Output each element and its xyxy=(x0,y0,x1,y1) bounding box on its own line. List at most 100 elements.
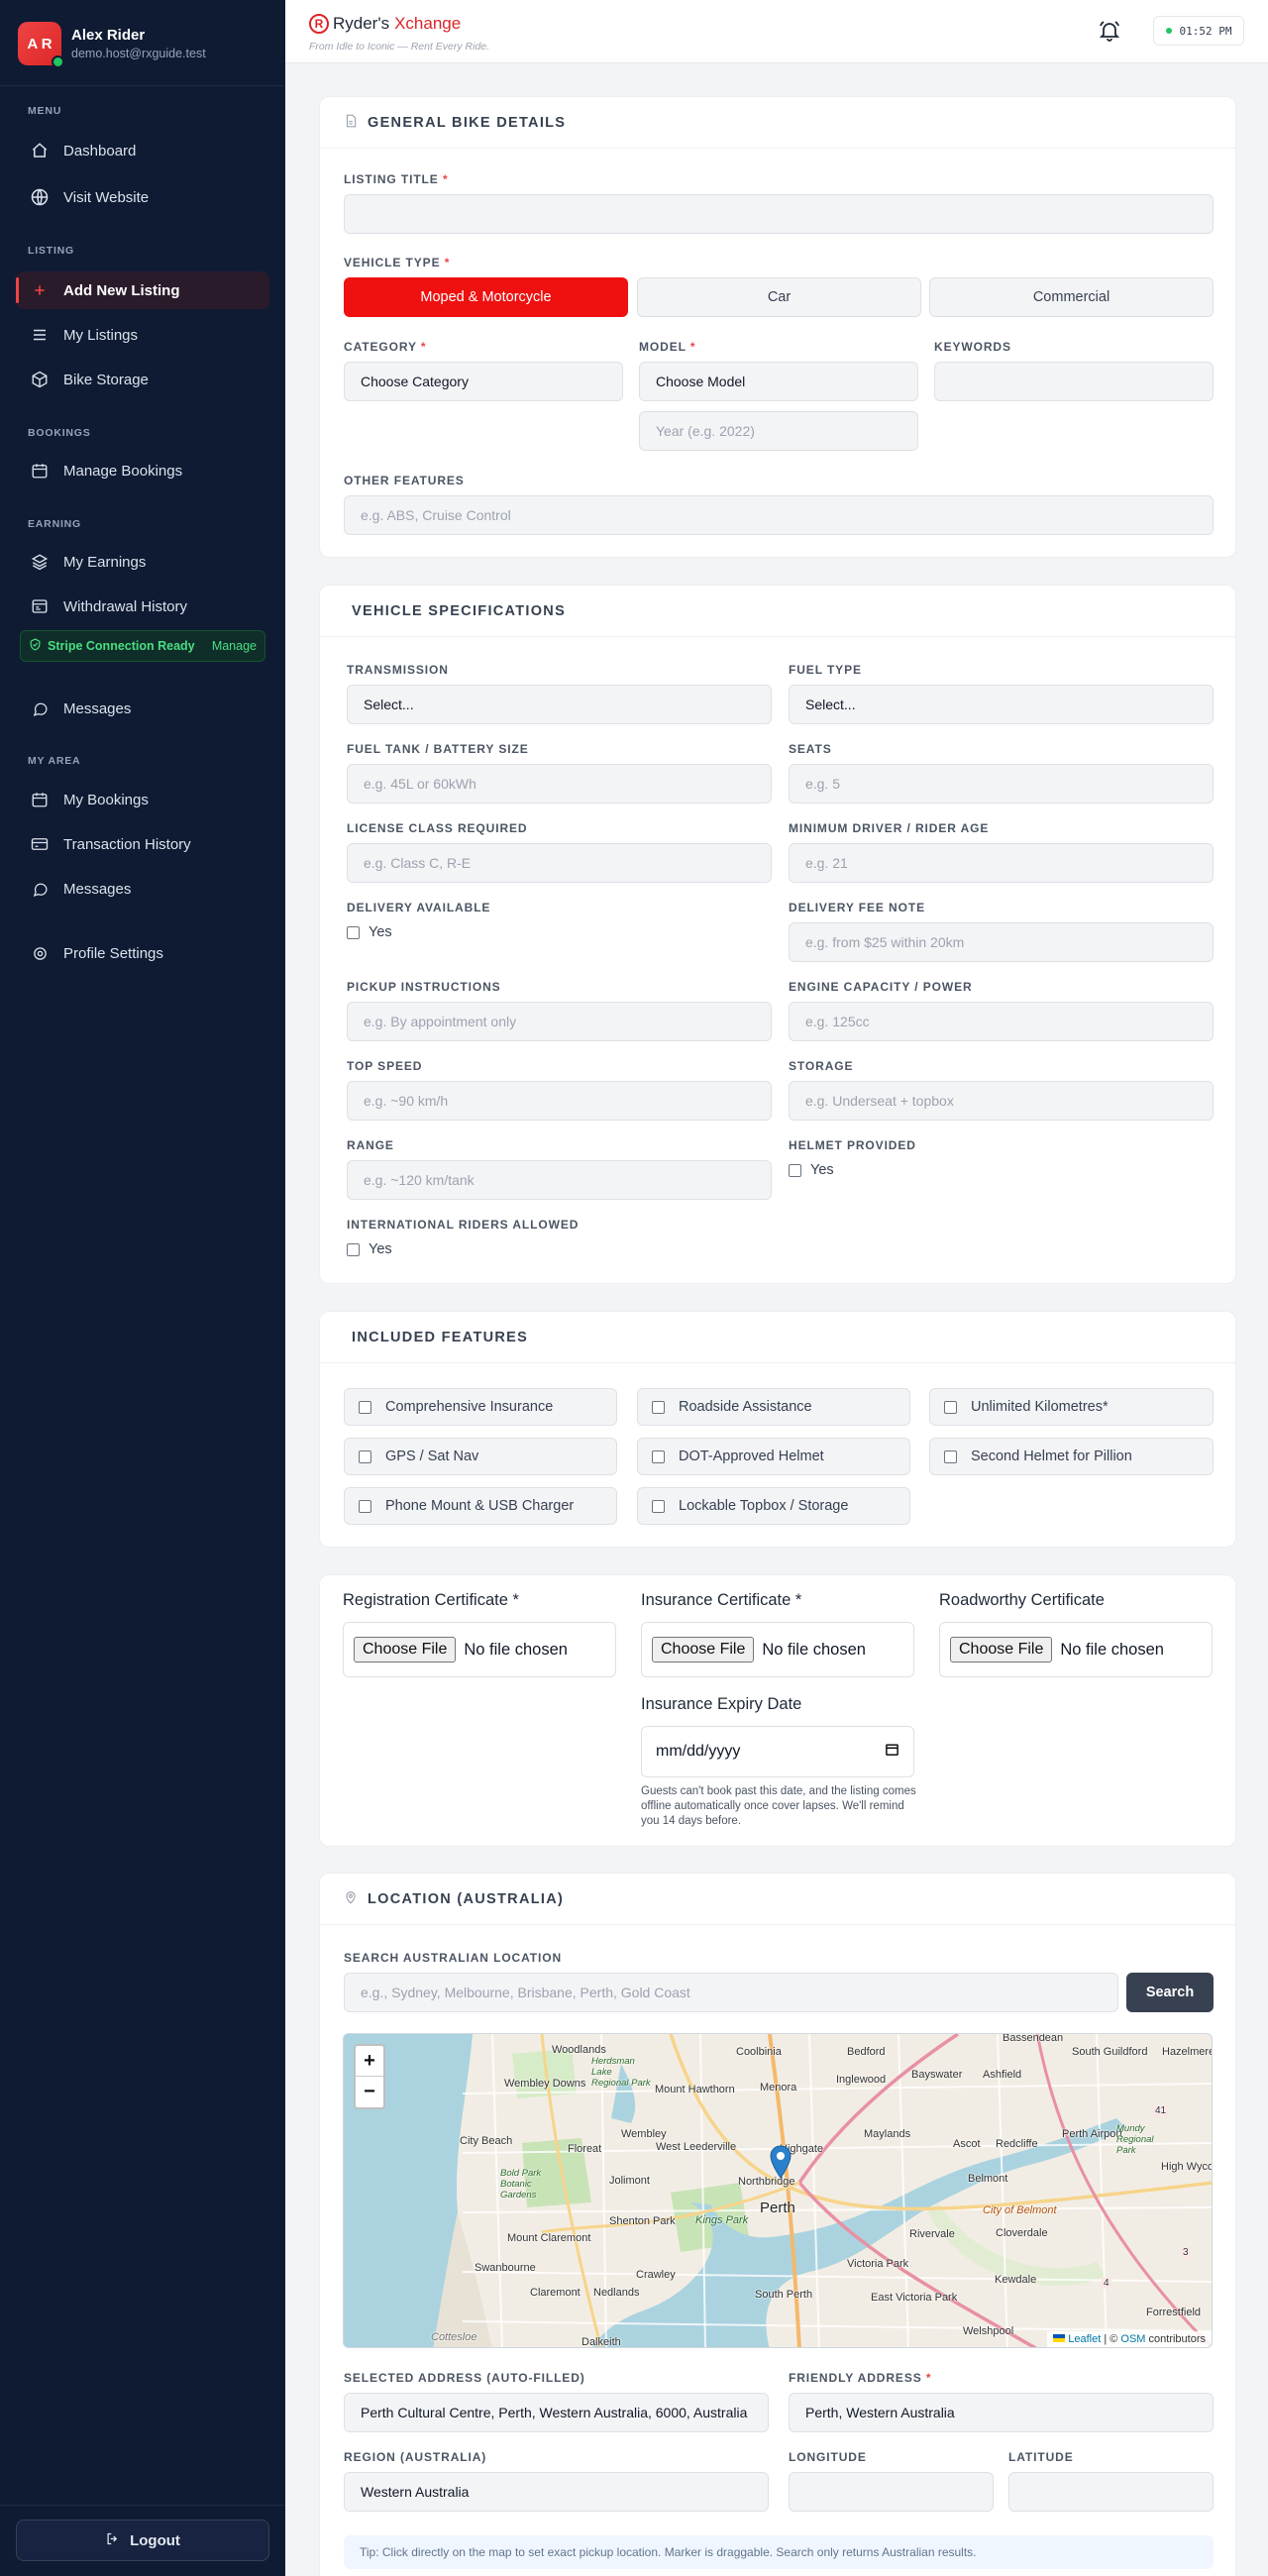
zoom-out-button[interactable]: − xyxy=(356,2077,383,2107)
location-search-input[interactable]: e.g., Sydney, Melbourne, Brisbane, Perth… xyxy=(344,1973,1118,2012)
seats-input[interactable]: e.g. 5 xyxy=(789,764,1214,804)
selected-address-input[interactable]: Perth Cultural Centre, Perth, Western Au… xyxy=(344,2393,769,2432)
map-place-label: Forrestfield xyxy=(1146,2307,1202,2318)
other-features-input[interactable]: e.g. ABS, Cruise Control xyxy=(344,495,1214,535)
feature-gps[interactable]: GPS / Sat Nav xyxy=(344,1438,617,1475)
sidebar-item-my-bookings[interactable]: My Bookings xyxy=(16,781,269,818)
delivery-label: DELIVERY AVAILABLE xyxy=(347,901,491,914)
latitude-input[interactable] xyxy=(1008,2472,1214,2512)
license-input[interactable]: e.g. Class C, R-E xyxy=(347,843,772,883)
section-menu: MENU xyxy=(28,105,62,117)
sidebar-item-messages[interactable]: Messages xyxy=(16,690,269,727)
sidebar-item-transaction-history[interactable]: Transaction History xyxy=(16,825,269,863)
sidebar-item-label: My Earnings xyxy=(63,553,147,571)
map-place-label: Menora xyxy=(760,2082,797,2093)
osm-link[interactable]: OSM xyxy=(1120,2333,1145,2345)
expiry-date-input[interactable]: mm/dd/yyyy xyxy=(641,1726,914,1777)
sidebar-item-my-listings[interactable]: My Listings xyxy=(16,316,269,354)
sidebar-item-profile-settings[interactable]: Profile Settings xyxy=(16,934,269,972)
brand-tagline: From Idle to Iconic — Rent Every Ride. xyxy=(309,41,490,53)
feature-roadside-assistance[interactable]: Roadside Assistance xyxy=(637,1388,910,1426)
card-header: GENERAL BIKE DETAILS xyxy=(320,97,1235,149)
stripe-manage-link[interactable]: Manage xyxy=(212,639,257,653)
user-name: Alex Rider xyxy=(71,27,146,44)
pickup-input[interactable]: e.g. By appointment only xyxy=(347,1002,772,1041)
leaflet-link[interactable]: Leaflet xyxy=(1068,2333,1101,2345)
feature-second-helmet[interactable]: Second Helmet for Pillion xyxy=(929,1438,1214,1475)
notification-bell-icon[interactable] xyxy=(1098,19,1121,43)
fuel-type-select[interactable]: Select... xyxy=(789,685,1214,724)
feature-dot-helmet[interactable]: DOT-Approved Helmet xyxy=(637,1438,910,1475)
roadworthy-label: Roadworthy Certificate xyxy=(939,1591,1105,1609)
delivery-checkbox[interactable]: Yes xyxy=(347,924,392,940)
sidebar-item-messages-my-area[interactable]: Messages xyxy=(16,870,269,908)
model-select[interactable]: Choose Model xyxy=(639,362,918,401)
top-speed-input[interactable]: e.g. ~90 km/h xyxy=(347,1081,772,1121)
transmission-select[interactable]: Select... xyxy=(347,685,772,724)
sidebar-item-my-earnings[interactable]: My Earnings xyxy=(16,543,269,581)
map-place-label: Claremont xyxy=(530,2287,581,2299)
vehicle-specs-card: VEHICLE SPECIFICATIONS TRANSMISSION Sele… xyxy=(319,585,1236,1284)
zoom-in-button[interactable]: + xyxy=(356,2046,383,2077)
map-tip: Tip: Click directly on the map to set ex… xyxy=(344,2535,1214,2569)
tank-input[interactable]: e.g. 45L or 60kWh xyxy=(347,764,772,804)
sidebar-item-label: My Bookings xyxy=(63,791,149,808)
friendly-address-input[interactable]: Perth, Western Australia xyxy=(789,2393,1214,2432)
engine-input[interactable]: e.g. 125cc xyxy=(789,1002,1214,1041)
section-bookings: BOOKINGS xyxy=(28,427,91,439)
location-search-button[interactable]: Search xyxy=(1126,1973,1214,2012)
keywords-input[interactable] xyxy=(934,362,1214,401)
map-place-label: West Leederville xyxy=(656,2141,737,2153)
range-input[interactable]: e.g. ~120 km/tank xyxy=(347,1160,772,1200)
topbar: R Ryder's Xchange From Idle to Iconic — … xyxy=(285,0,1268,63)
choose-file-button[interactable]: Choose File xyxy=(950,1637,1053,1663)
expiry-label: Insurance Expiry Date xyxy=(641,1695,802,1713)
feature-phone-mount[interactable]: Phone Mount & USB Charger xyxy=(344,1487,617,1525)
intl-riders-checkbox[interactable]: Yes xyxy=(347,1241,392,1257)
storage-input[interactable]: e.g. Underseat + topbox xyxy=(789,1081,1214,1121)
feature-lockable-topbox[interactable]: Lockable Topbox / Storage xyxy=(637,1487,910,1525)
vehicle-type-commercial[interactable]: Commercial xyxy=(929,277,1214,317)
map-park-label: Mundy Regional Park xyxy=(1116,2123,1154,2156)
sidebar-item-withdrawal-history[interactable]: Withdrawal History xyxy=(16,588,269,625)
longitude-input[interactable] xyxy=(789,2472,994,2512)
map-park-label: Herdsman Lake Regional Park xyxy=(591,2056,651,2089)
map-place-label: Bassendean xyxy=(1003,2033,1064,2044)
plus-icon xyxy=(30,280,50,300)
sidebar-item-visit-website[interactable]: Visit Website xyxy=(16,178,269,216)
sidebar-item-dashboard[interactable]: Dashboard xyxy=(16,132,269,169)
calendar-icon[interactable] xyxy=(885,1742,899,1762)
delivery-fee-label: DELIVERY FEE NOTE xyxy=(789,901,925,914)
choose-file-button[interactable]: Choose File xyxy=(354,1637,457,1663)
helmet-checkbox[interactable]: Yes xyxy=(789,1162,834,1178)
region-input[interactable]: Western Australia xyxy=(344,2472,769,2512)
map-place-label: Belmont xyxy=(968,2173,1008,2185)
vehicle-type-moped[interactable]: Moped & Motorcycle xyxy=(344,277,628,317)
listing-title-input[interactable] xyxy=(344,194,1214,234)
location-map[interactable]: Woodlands Coolbinia Bedford Bassendean S… xyxy=(343,2033,1213,2348)
choose-file-button[interactable]: Choose File xyxy=(652,1637,755,1663)
sidebar-item-manage-bookings[interactable]: Manage Bookings xyxy=(16,452,269,489)
feature-unlimited-kilometres[interactable]: Unlimited Kilometres* xyxy=(929,1388,1214,1426)
avatar[interactable]: A R xyxy=(18,22,64,68)
brand-name-left: Ryder's xyxy=(333,14,390,33)
registration-file-input[interactable]: Choose File No file chosen xyxy=(343,1622,616,1677)
live-dot xyxy=(1165,28,1172,34)
map-place-label: South Perth xyxy=(755,2289,813,2301)
vehicle-type-car[interactable]: Car xyxy=(637,277,921,317)
sidebar-item-label: Manage Bookings xyxy=(63,462,183,480)
sidebar-item-add-new-listing[interactable]: Add New Listing xyxy=(16,271,269,309)
insurance-file-input[interactable]: Choose File No file chosen xyxy=(641,1622,914,1677)
map-zoom-control: + − xyxy=(354,2044,385,2109)
brand-logo[interactable]: R Ryder's Xchange xyxy=(309,14,461,34)
map-road-number: 4 xyxy=(1102,2278,1111,2289)
year-input[interactable]: Year (e.g. 2022) xyxy=(639,411,918,451)
logout-button[interactable]: Logout xyxy=(16,2520,269,2561)
min-age-input[interactable]: e.g. 21 xyxy=(789,843,1214,883)
delivery-fee-input[interactable]: e.g. from $25 within 20km xyxy=(789,922,1214,962)
map-place-label: Hazelmere xyxy=(1162,2046,1213,2058)
sidebar-item-bike-storage[interactable]: Bike Storage xyxy=(16,361,269,398)
feature-comprehensive-insurance[interactable]: Comprehensive Insurance xyxy=(344,1388,617,1426)
category-select[interactable]: Choose Category xyxy=(344,362,623,401)
roadworthy-file-input[interactable]: Choose File No file chosen xyxy=(939,1622,1213,1677)
